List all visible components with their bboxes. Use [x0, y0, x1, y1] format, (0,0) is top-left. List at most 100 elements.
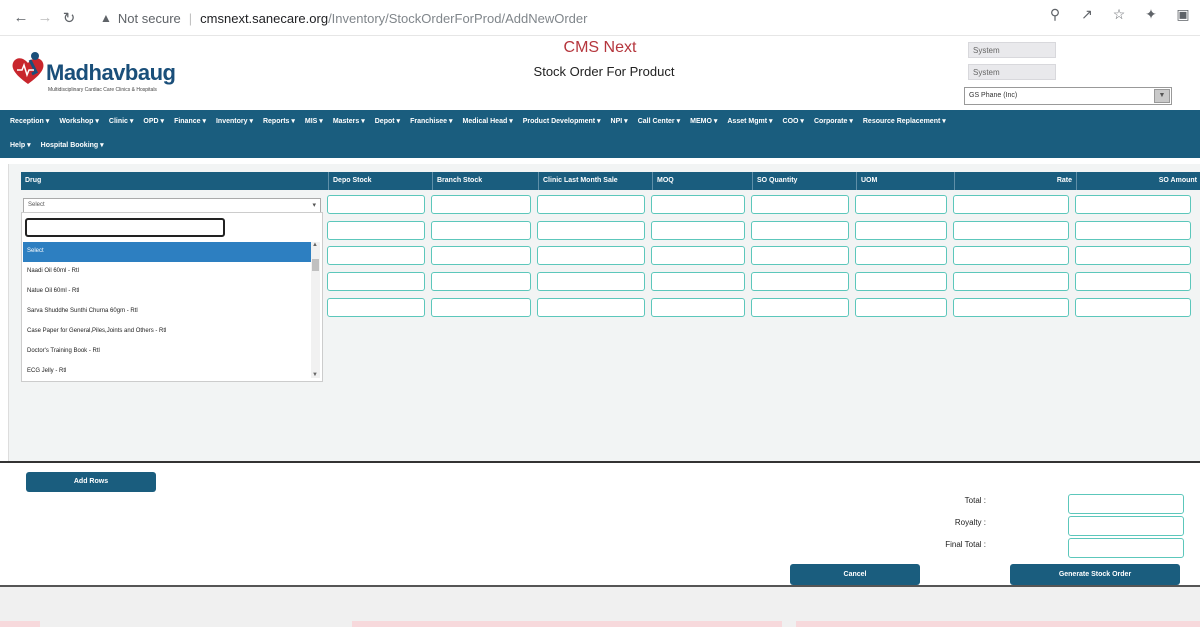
- branch-stock-input[interactable]: [431, 298, 531, 317]
- scroll-down-icon[interactable]: ▼: [312, 372, 318, 378]
- nav-item-call-center[interactable]: Call Center: [638, 117, 680, 125]
- so-quantity-input[interactable]: [751, 298, 849, 317]
- uom-input[interactable]: [855, 221, 947, 240]
- moq-input[interactable]: [651, 272, 745, 291]
- so-quantity-input[interactable]: [751, 272, 849, 291]
- so-amount-input[interactable]: [1075, 298, 1191, 317]
- depo-stock-input[interactable]: [327, 221, 425, 240]
- drug-option[interactable]: Sarva Shuddhe Sunthi Churna 60gm - Rtl: [23, 302, 311, 322]
- nav-item-workshop[interactable]: Workshop: [59, 117, 99, 125]
- chevron-down-icon[interactable]: ▼: [1154, 89, 1170, 103]
- nav-item-mis[interactable]: MIS: [305, 117, 323, 125]
- nav-item-inventory[interactable]: Inventory: [216, 117, 253, 125]
- so-amount-input[interactable]: [1075, 272, 1191, 291]
- depo-stock-input[interactable]: [327, 195, 425, 214]
- clinic-select[interactable]: GS Phane (Inc) ▼: [964, 87, 1172, 105]
- total-field[interactable]: [1068, 494, 1184, 514]
- nav-item-corporate[interactable]: Corporate: [814, 117, 853, 125]
- nav-item-masters[interactable]: Masters: [333, 117, 365, 125]
- final-total-label: Final Total :: [945, 540, 986, 549]
- branch-stock-input[interactable]: [431, 195, 531, 214]
- branch-stock-input[interactable]: [431, 221, 531, 240]
- nav-item-help[interactable]: Help: [10, 141, 31, 149]
- nav-item-memo[interactable]: MEMO: [690, 117, 717, 125]
- nav-item-product-development[interactable]: Product Development: [523, 117, 601, 125]
- chevron-down-icon[interactable]: ▾: [312, 201, 316, 209]
- drug-option[interactable]: Case Paper for General,Piles,Joints and …: [23, 322, 311, 342]
- uom-input[interactable]: [855, 272, 947, 291]
- last-month-sale-input[interactable]: [537, 272, 645, 291]
- rate-input[interactable]: [953, 221, 1069, 240]
- nav-item-resource-replacement[interactable]: Resource Replacement: [863, 117, 946, 125]
- browser-actions: ⚲ ↗ ☆ ✦ ▣: [1046, 6, 1192, 23]
- logo-tagline: Multidisciplinary Cardiac Care Clinics &…: [48, 87, 157, 93]
- depo-stock-input[interactable]: [327, 272, 425, 291]
- sidebar-panel-icon[interactable]: ▣: [1174, 6, 1192, 23]
- back-arrow-icon[interactable]: ←: [10, 7, 32, 29]
- drug-select[interactable]: Select ▾: [23, 198, 321, 213]
- nav-item-medical-head[interactable]: Medical Head: [463, 117, 513, 125]
- nav-item-clinic[interactable]: Clinic: [109, 117, 134, 125]
- uom-input[interactable]: [855, 298, 947, 317]
- nav-item-depot[interactable]: Depot: [375, 117, 400, 125]
- final-total-field[interactable]: [1068, 538, 1184, 558]
- nav-item-asset-mgmt[interactable]: Asset Mgmt: [727, 117, 772, 125]
- drug-option-select[interactable]: Select: [23, 242, 311, 262]
- last-month-sale-input[interactable]: [537, 221, 645, 240]
- share-icon[interactable]: ↗: [1078, 6, 1096, 23]
- drug-search-input[interactable]: [25, 218, 225, 237]
- nav-item-hospital-booking[interactable]: Hospital Booking: [41, 141, 104, 149]
- royalty-field[interactable]: [1068, 516, 1184, 536]
- moq-input[interactable]: [651, 195, 745, 214]
- branch-stock-input[interactable]: [431, 246, 531, 265]
- nav-item-reception[interactable]: Reception: [10, 117, 49, 125]
- zoom-icon[interactable]: ⚲: [1046, 6, 1064, 23]
- dropdown-scrollbar[interactable]: ▲ ▼: [311, 242, 320, 378]
- nav-item-finance[interactable]: Finance: [174, 117, 206, 125]
- rate-input[interactable]: [953, 246, 1069, 265]
- moq-input[interactable]: [651, 221, 745, 240]
- url-path: /Inventory/StockOrderForProd/AddNewOrder: [328, 10, 588, 26]
- so-quantity-input[interactable]: [751, 246, 849, 265]
- cancel-button[interactable]: Cancel: [790, 564, 920, 585]
- drug-option[interactable]: Natue Oil 60ml - Rtl: [23, 282, 311, 302]
- last-month-sale-input[interactable]: [537, 195, 645, 214]
- forward-arrow-icon[interactable]: →: [34, 7, 56, 29]
- so-amount-input[interactable]: [1075, 246, 1191, 265]
- moq-input[interactable]: [651, 298, 745, 317]
- add-rows-button[interactable]: Add Rows: [26, 472, 156, 492]
- so-quantity-input[interactable]: [751, 195, 849, 214]
- branch-stock-input[interactable]: [431, 272, 531, 291]
- extensions-puzzle-icon[interactable]: ✦: [1142, 6, 1160, 23]
- depo-stock-input[interactable]: [327, 298, 425, 317]
- col-uom: UOM: [857, 172, 955, 190]
- uom-input[interactable]: [855, 195, 947, 214]
- bookmark-star-icon[interactable]: ☆: [1110, 6, 1128, 23]
- last-month-sale-input[interactable]: [537, 246, 645, 265]
- nav-item-coo[interactable]: COO: [783, 117, 804, 125]
- drug-option[interactable]: Doctor's Training Book - Rtl: [23, 342, 311, 362]
- rate-input[interactable]: [953, 298, 1069, 317]
- nav-item-opd[interactable]: OPD: [143, 117, 164, 125]
- drug-option[interactable]: Naadi Oil 60ml - Rtl: [23, 262, 311, 282]
- rate-input[interactable]: [953, 272, 1069, 291]
- scroll-up-icon[interactable]: ▲: [312, 242, 318, 248]
- so-amount-input[interactable]: [1075, 195, 1191, 214]
- so-quantity-input[interactable]: [751, 221, 849, 240]
- rate-input[interactable]: [953, 195, 1069, 214]
- scroll-thumb[interactable]: [312, 259, 319, 271]
- reload-icon[interactable]: ↻: [58, 7, 80, 29]
- uom-input[interactable]: [855, 246, 947, 265]
- drug-option[interactable]: ECG Jelly - Rtl: [23, 362, 311, 382]
- nav-item-npi[interactable]: NPI: [611, 117, 628, 125]
- depo-stock-input[interactable]: [327, 246, 425, 265]
- generate-stock-order-button[interactable]: Generate Stock Order: [1010, 564, 1180, 585]
- drug-options-list: Select Naadi Oil 60ml - Rtl Natue Oil 60…: [23, 242, 311, 382]
- address-bar[interactable]: ▲ Not secure | cmsnext.sanecare.org /Inv…: [100, 6, 1100, 30]
- col-drug: Drug: [21, 172, 329, 190]
- so-amount-input[interactable]: [1075, 221, 1191, 240]
- moq-input[interactable]: [651, 246, 745, 265]
- nav-item-reports[interactable]: Reports: [263, 117, 295, 125]
- nav-item-franchisee[interactable]: Franchisee: [410, 117, 452, 125]
- last-month-sale-input[interactable]: [537, 298, 645, 317]
